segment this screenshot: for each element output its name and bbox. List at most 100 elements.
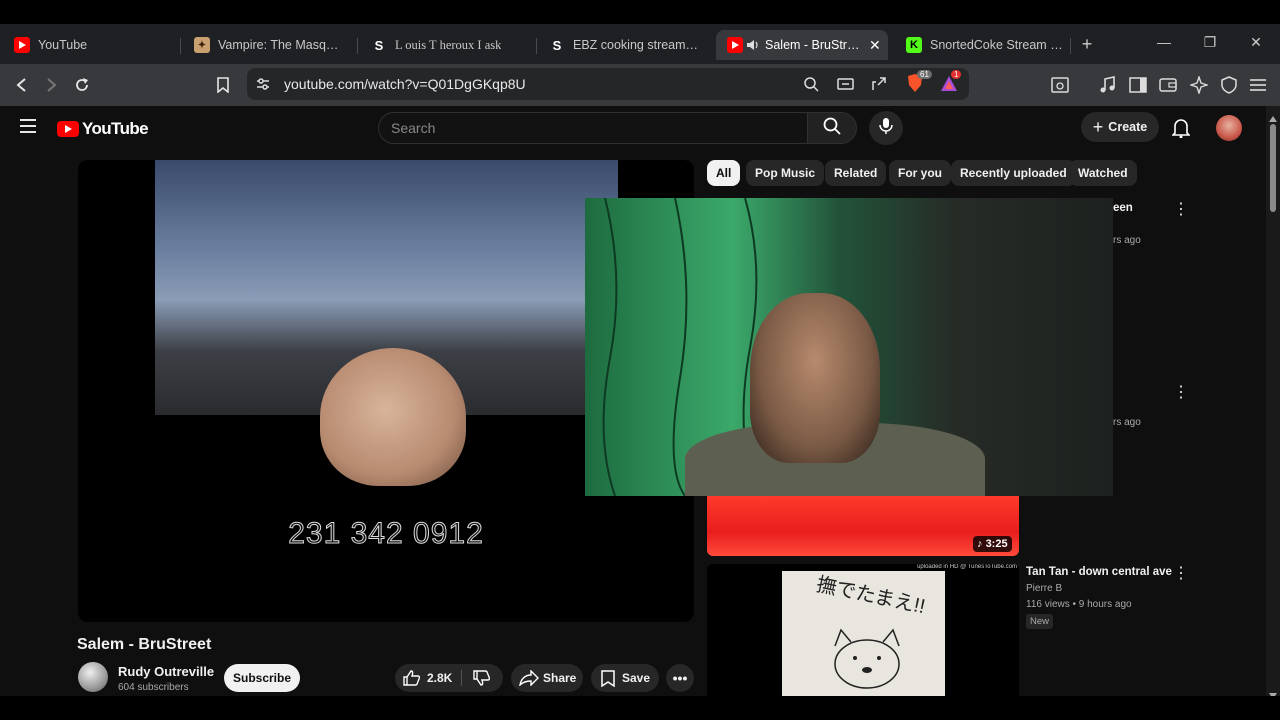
rewards-badge: 1	[951, 70, 962, 79]
create-button[interactable]: + Create	[1081, 112, 1159, 142]
youtube-icon	[14, 37, 30, 53]
channel-avatar[interactable]	[78, 662, 108, 692]
leo-ai-icon[interactable]	[1186, 72, 1212, 98]
chip-watched[interactable]: Watched	[1069, 160, 1137, 186]
search-input[interactable]	[391, 120, 791, 136]
microphone-icon	[879, 117, 893, 140]
more-actions-icon[interactable]: ⋮	[1171, 199, 1191, 219]
thumb-drawing-text: 撫でたまえ!!	[814, 573, 928, 619]
tab-vampire[interactable]: ✦ Vampire: The Masquerade	[194, 30, 344, 60]
webcam-overlay	[585, 198, 1113, 496]
subscribe-button[interactable]: Subscribe	[224, 664, 300, 692]
rec-title-fragment[interactable]: een	[1113, 202, 1133, 214]
chip-recently-uploaded[interactable]: Recently uploaded	[951, 160, 1076, 186]
dog-drawing-icon	[834, 628, 900, 689]
menu-icon[interactable]	[1245, 72, 1271, 98]
guide-menu-icon[interactable]	[19, 118, 37, 139]
url-text[interactable]: youtube.com/watch?v=Q01DgGKqp8U	[284, 76, 526, 92]
tab-label: L ouis T heroux I ask	[395, 37, 502, 52]
youtube-icon	[727, 37, 743, 53]
s-site-icon: S	[552, 37, 562, 53]
duration-badge: ♪ 3:25	[973, 536, 1012, 552]
browser-toolbar: youtube.com/watch?v=Q01DgGKqp8U 61 1	[0, 64, 1280, 106]
bookmark-icon[interactable]	[210, 72, 236, 98]
rec-thumbnail-tantan[interactable]: uploaded in HD @ TunesToTube.com 撫でたまえ!!	[707, 564, 1019, 696]
chip-for-you[interactable]: For you	[889, 160, 951, 186]
rec-title[interactable]: Tan Tan - down central ave	[1026, 566, 1172, 578]
chip-related[interactable]: Related	[825, 160, 887, 186]
account-avatar[interactable]	[1216, 115, 1242, 141]
media-controls-icon[interactable]	[1095, 72, 1121, 98]
rec-channel[interactable]: Pierre B	[1026, 583, 1062, 594]
share-icon	[518, 669, 539, 689]
tab-salem-brustreet[interactable]: Salem - BruStreet ✕	[716, 30, 888, 60]
subscriber-count: 604 subscribers	[118, 682, 189, 693]
reload-icon[interactable]	[69, 72, 95, 98]
save-icon	[601, 670, 615, 690]
bottom-letterbox	[0, 696, 1280, 720]
more-actions-icon[interactable]: ⋮	[1171, 382, 1191, 402]
vpn-icon[interactable]	[1216, 72, 1242, 98]
cast-icon[interactable]	[837, 76, 855, 97]
rec-meta-fragment: rs ago	[1113, 235, 1141, 246]
rec-meta-fragment: rs ago	[1113, 417, 1141, 428]
like-count[interactable]: 2.8K	[427, 671, 452, 685]
person-face	[750, 293, 880, 463]
tab-search-icon[interactable]	[1047, 72, 1073, 98]
youtube-page: YouTube + Create 231 342 0912 All Pop Mu…	[0, 106, 1266, 696]
scrollbar-thumb[interactable]	[1270, 124, 1276, 212]
youtube-logo[interactable]: YouTube	[57, 119, 149, 139]
game-icon: ✦	[194, 37, 210, 53]
tab-label: SnortedCoke Stream - V	[930, 38, 1066, 52]
zoom-icon[interactable]	[803, 76, 819, 97]
close-tab-icon[interactable]: ✕	[869, 37, 881, 54]
address-bar[interactable]: youtube.com/watch?v=Q01DgGKqp8U 61 1	[247, 68, 969, 100]
video-overlay-text: 231 342 0912	[288, 517, 484, 551]
tab-label: YouTube	[38, 38, 88, 52]
video-frame-face	[320, 348, 466, 486]
restore-icon[interactable]: ❐	[1198, 30, 1222, 54]
tab-youtube[interactable]: YouTube	[14, 30, 174, 60]
share-page-icon[interactable]	[871, 76, 887, 97]
forward-icon[interactable]	[38, 72, 64, 98]
tab-divider	[357, 38, 358, 54]
rec-thumbnail[interactable]: ♪ 3:25	[707, 496, 1019, 556]
browser-tab-bar: YouTube ✦ Vampire: The Masquerade S L ou…	[0, 24, 1280, 64]
chip-all[interactable]: All	[707, 160, 741, 186]
like-divider	[461, 670, 462, 686]
tab-label: Salem - BruStreet	[765, 38, 863, 52]
close-window-icon[interactable]: ✕	[1244, 30, 1268, 54]
new-tab-icon[interactable]: +	[1075, 32, 1099, 56]
speaker-icon[interactable]	[747, 39, 759, 51]
like-icon[interactable]	[403, 670, 421, 689]
tab-ebz-cooking[interactable]: S EBZ cooking streams are	[549, 30, 703, 60]
tab-snortedcoke[interactable]: K SnortedCoke Stream - V	[906, 30, 1066, 60]
channel-name[interactable]: Rudy Outreville	[118, 664, 214, 679]
plus-icon: +	[1092, 116, 1104, 137]
wallet-icon[interactable]	[1155, 72, 1181, 98]
more-actions-icon[interactable]: ⋮	[1171, 563, 1191, 583]
more-horiz-icon: •••	[672, 670, 688, 686]
minimize-icon[interactable]: —	[1152, 30, 1176, 54]
back-icon[interactable]	[9, 72, 35, 98]
sidebar-icon[interactable]	[1125, 72, 1151, 98]
tab-divider	[1070, 38, 1071, 54]
voice-search-button[interactable]	[869, 111, 903, 145]
dislike-icon[interactable]	[473, 670, 491, 689]
tab-louis-theroux[interactable]: S L ouis T heroux I ask	[371, 30, 523, 60]
rec-meta: 116 views • 9 hours ago	[1026, 599, 1132, 610]
more-actions-button[interactable]: •••	[666, 664, 694, 692]
page-scrollbar[interactable]	[1266, 106, 1280, 699]
share-button[interactable]: Share	[511, 664, 583, 692]
search-button[interactable]	[807, 112, 857, 144]
new-badge: New	[1026, 614, 1054, 629]
s-site-icon: S	[374, 37, 384, 53]
site-settings-icon[interactable]	[255, 76, 271, 97]
tab-label: EBZ cooking streams are	[573, 38, 703, 52]
notifications-bell-icon[interactable]	[1171, 118, 1191, 143]
video-title: Salem - BruStreet	[77, 636, 212, 653]
chip-pop-music[interactable]: Pop Music	[746, 160, 825, 186]
music-note-icon: ♪	[977, 538, 986, 550]
thumb-drawing: 撫でたまえ!!	[782, 571, 945, 696]
save-button[interactable]: Save	[591, 664, 659, 692]
